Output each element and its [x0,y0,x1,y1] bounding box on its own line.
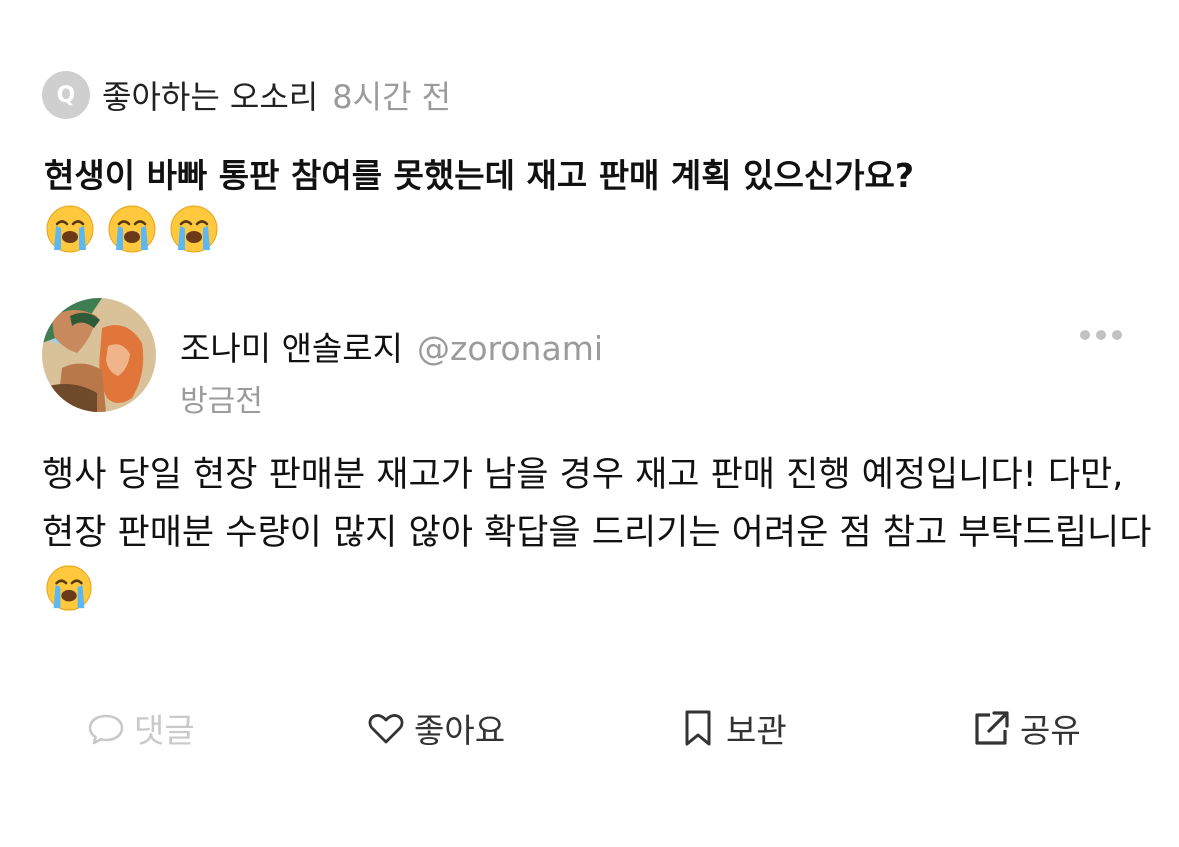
loudly-crying-face-icon [168,202,220,254]
question-text: 현생이 바빠 통판 참여를 못했는데 재고 판매 계획 있으신가요? [44,156,915,195]
comment-button: 댓글 [86,700,195,756]
like-button[interactable]: 좋아요 [366,700,505,756]
question-emoji-row [44,202,220,256]
comment-label: 댓글 [134,711,195,750]
asker-row: Q 좋아하는 오소리 8시간 전 [42,70,451,120]
like-label: 좋아요 [414,711,506,750]
question-badge-icon: Q [42,71,90,119]
save-button[interactable]: 보관 [678,700,787,756]
heart-icon [368,714,404,744]
speech-bubble-icon [88,714,124,745]
more-options-icon[interactable] [1080,327,1124,343]
bookmark-icon [685,710,711,746]
answerer-handle[interactable]: @zoronami [417,329,603,368]
answer-timestamp: 방금전 [180,384,263,419]
loudly-crying-face-icon [106,202,158,254]
answer-body: 행사 당일 현장 판매분 재고가 남을 경우 재고 판매 진행 예정입니다! 다… [42,446,1152,620]
loudly-crying-face-icon [44,202,96,254]
share-label: 공유 [1020,711,1081,750]
answerer-row: 조나미 앤솔로지 @zoronami [180,322,603,370]
dot [1096,330,1106,340]
share-button[interactable]: 공유 [972,700,1081,756]
asker-timestamp: 8시간 전 [332,78,452,116]
loudly-crying-face-icon [44,562,94,612]
save-label: 보관 [726,711,787,750]
action-bar: 댓글 좋아요 보관 공유 [0,700,1179,756]
asker-name[interactable]: 좋아하는 오소리 [102,72,318,118]
answerer-name[interactable]: 조나미 앤솔로지 [180,322,403,370]
answer-text: 행사 당일 현장 판매분 재고가 남을 경우 재고 판매 진행 예정입니다! 다… [42,455,1152,553]
dot [1080,330,1090,340]
dot [1112,330,1122,340]
share-icon [975,711,1009,745]
avatar[interactable] [42,298,156,412]
